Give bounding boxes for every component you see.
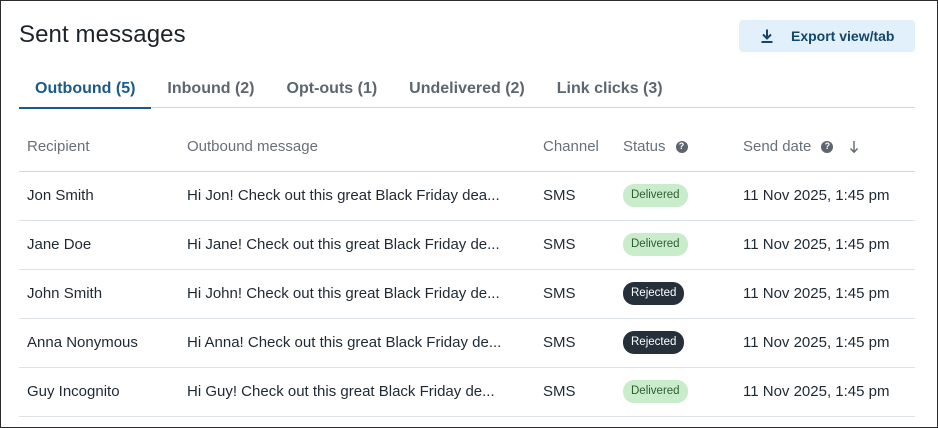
table-row[interactable]: Anna Nonymous Hi Anna! Check out this gr… [19,318,915,368]
send-date-cell: 11 Nov 2025, 1:45 pm [735,171,915,221]
send-date-cell: 11 Nov 2025, 1:45 pm [735,269,915,319]
status-cell: Delivered [615,220,735,270]
table-row[interactable]: Jon Smith Hi Jon! Check out this great B… [19,171,915,221]
tab-opt-outs[interactable]: Opt-outs (1) [271,69,394,108]
channel-cell: SMS [535,318,615,368]
message-cell: Hi Anna! Check out this great Black Frid… [179,318,535,368]
channel-cell: SMS [535,220,615,270]
channel-cell: SMS [535,171,615,221]
status-badge: Delivered [623,380,688,403]
recipient-cell: Jon Smith [19,171,179,221]
message-cell: Hi Guy! Check out this great Black Frida… [179,367,535,417]
send-date-cell: 11 Nov 2025, 1:45 pm [735,367,915,417]
status-badge: Delivered [623,233,688,256]
recipient-cell: Jane Doe [19,220,179,270]
export-button-label: Export view/tab [791,28,895,44]
channel-cell: SMS [535,367,615,417]
status-badge: Rejected [623,282,685,305]
recipient-cell: Anna Nonymous [19,318,179,368]
status-header-label: Status [623,138,666,156]
help-circle-icon[interactable]: ? [821,140,834,153]
tab-outbound[interactable]: Outbound (5) [19,69,152,109]
table-row[interactable]: Jane Doe Hi Jane! Check out this great B… [19,220,915,270]
messages-table: Recipient Outbound message Channel Statu… [19,123,915,417]
column-header-recipient[interactable]: Recipient [19,123,179,172]
column-header-message[interactable]: Outbound message [179,123,535,172]
column-header-send-date[interactable]: Send date ? [735,123,915,172]
tab-bar: Outbound (5) Inbound (2) Opt-outs (1) Un… [19,69,915,109]
table-header-row: Recipient Outbound message Channel Statu… [19,123,915,172]
export-view-button[interactable]: Export view/tab [739,20,915,52]
sent-messages-panel: Sent messages Export view/tab Outbound (… [0,0,938,428]
send-date-cell: 11 Nov 2025, 1:45 pm [735,220,915,270]
recipient-cell: John Smith [19,269,179,319]
status-cell: Delivered [615,367,735,417]
status-badge: Delivered [623,184,688,207]
status-cell: Delivered [615,171,735,221]
table-row[interactable]: John Smith Hi John! Check out this great… [19,269,915,319]
download-icon [759,28,775,44]
table-row[interactable]: Guy Incognito Hi Guy! Check out this gre… [19,367,915,417]
message-cell: Hi Jane! Check out this great Black Frid… [179,220,535,270]
status-badge: Rejected [623,331,685,354]
message-cell: Hi Jon! Check out this great Black Frida… [179,171,535,221]
channel-cell: SMS [535,269,615,319]
column-header-channel[interactable]: Channel [535,123,615,172]
recipient-cell: Guy Incognito [19,367,179,417]
help-circle-icon[interactable]: ? [675,140,688,153]
send-date-cell: 11 Nov 2025, 1:45 pm [735,318,915,368]
tab-inbound[interactable]: Inbound (2) [151,69,270,108]
message-cell: Hi John! Check out this great Black Frid… [179,269,535,319]
tab-link-clicks[interactable]: Link clicks (3) [541,69,679,108]
send-date-header-label: Send date [743,138,812,156]
arrow-down-icon[interactable] [849,140,859,154]
status-cell: Rejected [615,318,735,368]
status-cell: Rejected [615,269,735,319]
column-header-status[interactable]: Status ? [615,123,735,172]
tab-undelivered[interactable]: Undelivered (2) [393,69,541,108]
page-title: Sent messages [19,21,186,48]
